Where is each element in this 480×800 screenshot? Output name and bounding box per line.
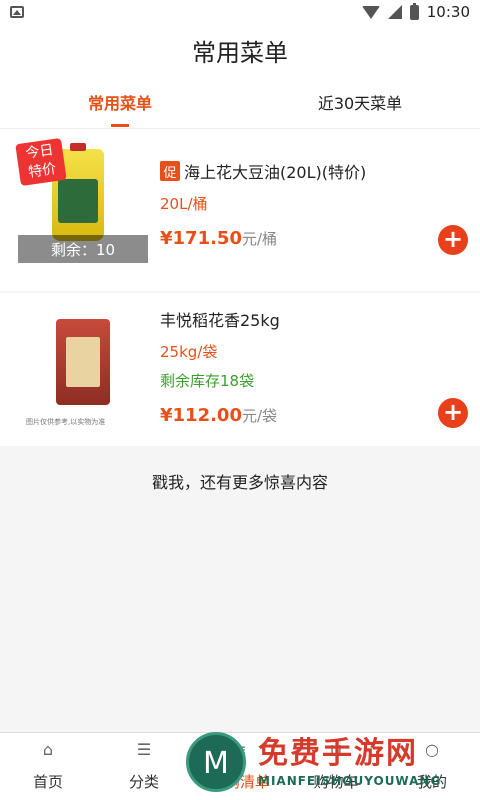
product-unit: 25kg/袋: [160, 343, 218, 361]
rice-bag-image: [56, 319, 110, 405]
image-notification-icon: [10, 6, 24, 18]
tab-recent-30-days[interactable]: 近30天菜单: [240, 76, 480, 128]
status-bar: 10:30: [0, 0, 480, 24]
price-unit: 元/桶: [241, 230, 278, 248]
product-image[interactable]: 图片仅供参考,以实物为准: [18, 303, 148, 429]
image-disclaimer: 图片仅供参考,以实物为准: [26, 418, 106, 426]
nav-label: 我的: [416, 773, 447, 791]
list-icon: ≡: [233, 740, 247, 759]
nav-label: 购物车: [313, 773, 359, 791]
nav-label: 分类: [128, 773, 159, 791]
price-unit: 元/袋: [241, 407, 278, 425]
more-content-link[interactable]: 戳我，还有更多惊喜内容: [0, 446, 480, 516]
nav-cart[interactable]: ⊔ 购物车: [288, 733, 384, 800]
nav-category[interactable]: ☰ 分类: [96, 733, 192, 800]
product-image[interactable]: 今日 特价 剩余：10: [15, 138, 148, 277]
promo-tag: 促: [160, 161, 180, 181]
page-title: 常用菜单: [192, 38, 288, 67]
add-to-cart-button[interactable]: +: [438, 398, 468, 428]
nav-frequent-list[interactable]: ≡ 常购清单: [192, 733, 288, 800]
nav-profile[interactable]: ○ 我的: [384, 733, 480, 800]
category-icon: ☰: [136, 740, 152, 759]
wifi-icon: [361, 5, 380, 19]
tab-frequent-menu[interactable]: 常用菜单: [0, 76, 240, 128]
stock-remaining: 剩余库存18袋: [160, 372, 255, 390]
signal-icon: [387, 5, 402, 19]
product-price: ¥112.00: [160, 405, 242, 426]
status-time: 10:30: [426, 3, 470, 21]
product-price: ¥171.50: [160, 228, 242, 249]
today-special-badge: 今日 特价: [15, 138, 67, 186]
home-icon: ⌂: [42, 740, 54, 759]
bottom-navigation: ⌂ 首页 ☰ 分类 ≡ 常购清单 ⊔ 购物车 ○ 我的: [0, 732, 480, 800]
product-info: 促 海上花大豆油(20L)(特价) 20L/桶 ¥171.50 元/桶: [160, 159, 420, 249]
nav-label: 常购清单: [209, 773, 270, 791]
price-row: ¥171.50 元/桶: [160, 228, 420, 249]
product-card[interactable]: 今日 特价 剩余：10 促 海上花大豆油(20L)(特价) 20L/桶 ¥171…: [0, 129, 480, 291]
battery-icon: [409, 2, 419, 20]
product-title: 海上花大豆油(20L)(特价): [184, 163, 367, 182]
stock-overlay: 剩余：10: [18, 235, 148, 263]
product-info: 丰悦稻花香25kg 25kg/袋 剩余库存18袋 ¥112.00 元/袋: [160, 307, 420, 426]
product-title-row: 促 海上花大豆油(20L)(特价): [160, 159, 420, 183]
tab-bar: 常用菜单 近30天菜单: [0, 76, 480, 129]
product-card[interactable]: 图片仅供参考,以实物为准 丰悦稻花香25kg 25kg/袋 剩余库存18袋 ¥1…: [0, 293, 480, 446]
product-unit: 20L/桶: [160, 195, 208, 213]
nav-home[interactable]: ⌂ 首页: [0, 733, 96, 800]
product-title: 丰悦稻花香25kg: [160, 311, 280, 330]
nav-label: 首页: [32, 773, 63, 791]
cart-icon: ⊔: [329, 740, 343, 759]
user-icon: ○: [425, 740, 439, 759]
app-header: 常用菜单: [0, 24, 480, 76]
price-row: ¥112.00 元/袋: [160, 405, 420, 426]
add-to-cart-button[interactable]: +: [438, 225, 468, 255]
